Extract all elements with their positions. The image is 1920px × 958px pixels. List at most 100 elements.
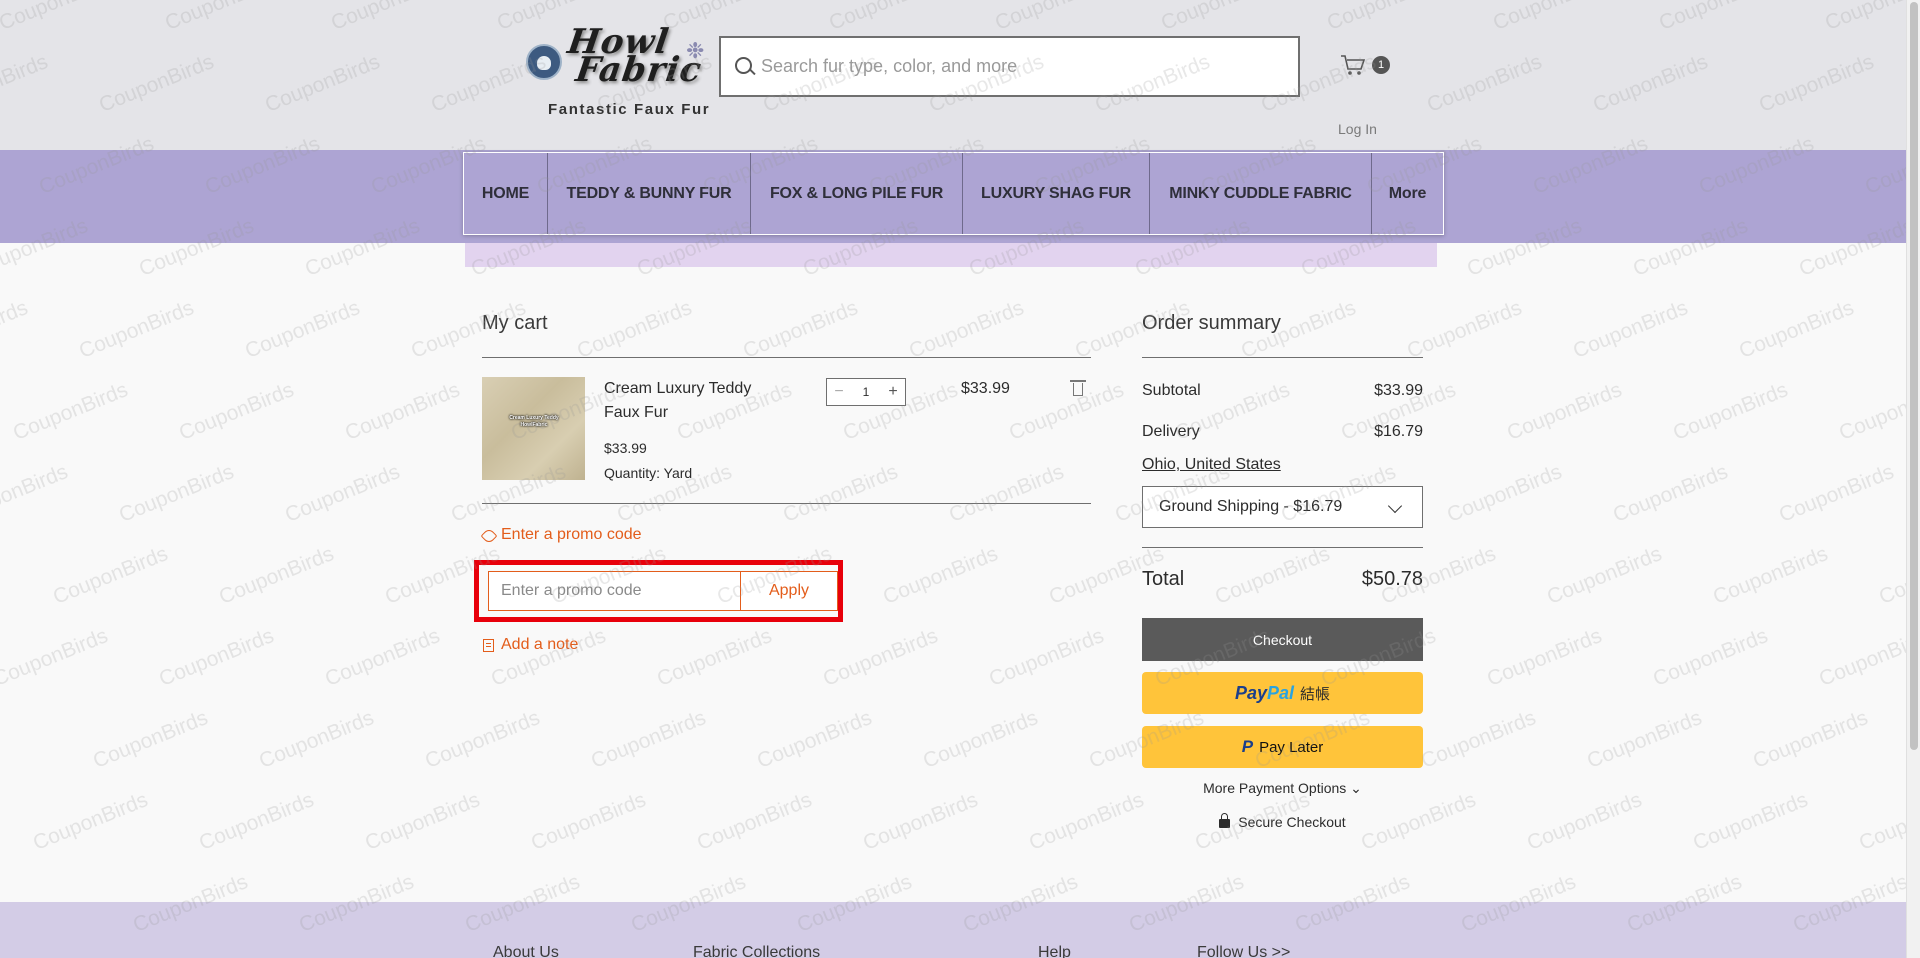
nav-item-home[interactable]: HOME <box>464 153 548 234</box>
watermark-text: CouponBirds <box>341 378 464 445</box>
divider <box>482 503 1091 504</box>
nav-item-minky-cuddle-fabric[interactable]: MINKY CUDDLE FABRIC <box>1150 153 1372 234</box>
watermark-text: CouponBirds <box>361 788 484 855</box>
watermark-text: CouponBirds <box>1483 624 1606 691</box>
delivery-label: Delivery <box>1142 423 1200 440</box>
subtotal-label: Subtotal <box>1142 382 1201 399</box>
nav-item-luxury-shag-fur[interactable]: LUXURY SHAG FUR <box>963 153 1150 234</box>
decrease-quantity-button[interactable]: − <box>827 379 851 405</box>
watermark-text: CouponBirds <box>905 296 1028 363</box>
watermark-text: CouponBirds <box>0 624 112 691</box>
login-link[interactable]: Log In <box>1338 121 1377 137</box>
watermark-text: CouponBirds <box>1709 542 1832 609</box>
watermark-text: CouponBirds <box>1443 460 1566 527</box>
watermark-text: CouponBirds <box>693 788 816 855</box>
watermark-text: CouponBirds <box>1749 706 1872 773</box>
watermark-text: CouponBirds <box>527 788 650 855</box>
apply-promo-button[interactable]: Apply <box>740 571 838 611</box>
watermark-text: CouponBirds <box>89 706 212 773</box>
watermark-text: CouponBirds <box>1735 296 1858 363</box>
promo-code-link-label: Enter a promo code <box>501 526 642 543</box>
nav-item-teddy-bunny-fur[interactable]: TEDDY & BUNNY FUR <box>548 153 751 234</box>
watermark-text: CouponBirds <box>49 542 172 609</box>
shipping-method-select[interactable]: Ground Shipping - $16.79 <box>1142 486 1423 528</box>
shopping-cart-icon <box>1341 55 1366 75</box>
paypal-logo-pal: Pal <box>1266 682 1295 703</box>
watermark-text: CouponBirds <box>1649 624 1772 691</box>
wolf-logo-icon <box>526 44 562 80</box>
watermark-text: CouponBirds <box>241 296 364 363</box>
cart-button[interactable]: 1 <box>1340 52 1392 80</box>
watermark-text: CouponBirds <box>175 378 298 445</box>
total-row: Total $50.78 <box>1142 568 1423 591</box>
watermark-text: CouponBirds <box>1875 542 1906 609</box>
footer-link-about-us[interactable]: About Us <box>493 944 559 958</box>
promo-code-input[interactable] <box>488 571 740 611</box>
paypal-logo: PayPal <box>1235 683 1294 704</box>
watermark-text: CouponBirds <box>75 296 198 363</box>
watermark-text: CouponBirds <box>421 706 544 773</box>
footer-link-follow-us[interactable]: Follow Us >> <box>1197 944 1290 958</box>
watermark-text: CouponBirds <box>573 296 696 363</box>
more-payment-options-toggle[interactable]: More Payment Options ⌄ <box>1142 780 1423 797</box>
nav-item-more[interactable]: More <box>1372 153 1443 234</box>
watermark-text: CouponBirds <box>1403 296 1526 363</box>
watermark-text: CouponBirds <box>1583 706 1706 773</box>
watermark-text: CouponBirds <box>739 296 862 363</box>
paypal-checkout-button[interactable]: PayPal 結帳 <box>1142 672 1423 714</box>
watermark-text: CouponBirds <box>1005 378 1128 445</box>
watermark-text: CouponBirds <box>155 624 278 691</box>
add-note-link[interactable]: Add a note <box>483 636 578 654</box>
watermark-text: CouponBirds <box>587 706 710 773</box>
line-item-total: $33.99 <box>961 380 1010 397</box>
divider <box>1142 357 1423 358</box>
cart-count-badge: 1 <box>1372 56 1390 74</box>
watermark-text: CouponBirds <box>1609 460 1732 527</box>
watermark-text: CouponBirds <box>29 788 152 855</box>
logo-line-2: Fabric <box>573 50 705 90</box>
product-thumbnail[interactable]: Cream Luxury Teddy HowlFabric <box>482 377 585 480</box>
trash-icon[interactable] <box>1070 380 1086 396</box>
total-value: $50.78 <box>1361 568 1423 590</box>
watermark-text: CouponBirds <box>115 460 238 527</box>
watermark-text: CouponBirds <box>1815 624 1906 691</box>
page-scrollbar[interactable] <box>1906 0 1920 958</box>
brand-tagline: Fantastic Faux Fur <box>548 101 711 118</box>
pay-later-label: Pay Later <box>1259 738 1324 756</box>
watermark-text: CouponBirds <box>1503 378 1626 445</box>
promo-code-form: Apply <box>474 560 843 622</box>
product-quantity-type: Quantity: Yard <box>604 465 693 481</box>
footer-link-help[interactable]: Help <box>1038 944 1071 958</box>
nav-item-fox-long-pile-fur[interactable]: FOX & LONG PILE FUR <box>751 153 963 234</box>
cart-title: My cart <box>482 312 548 334</box>
quantity-stepper: − 1 + <box>826 378 906 406</box>
brand-logo[interactable]: Howl Fabric ❉ <box>526 22 710 90</box>
divider <box>482 357 1091 358</box>
watermark-text: CouponBirds <box>0 460 72 527</box>
pay-later-button[interactable]: P Pay Later <box>1142 726 1423 768</box>
paw-icon: ❉ <box>686 38 705 63</box>
watermark-text: CouponBirds <box>919 706 1042 773</box>
search-icon <box>735 57 752 74</box>
site-header: Howl Fabric ❉ Fantastic Faux Fur 1 Log I… <box>0 0 1920 150</box>
order-summary-title: Order summary <box>1142 312 1281 334</box>
announcement-strip <box>465 243 1437 267</box>
watermark-text: CouponBirds <box>985 624 1108 691</box>
promo-code-link[interactable]: Enter a promo code <box>480 526 642 545</box>
watermark-text: CouponBirds <box>195 788 318 855</box>
paypal-logo-pay: Pay <box>1234 682 1267 703</box>
increase-quantity-button[interactable]: + <box>881 379 905 405</box>
paypal-button-suffix: 結帳 <box>1300 685 1331 703</box>
checkout-button[interactable]: Checkout <box>1142 618 1423 661</box>
shipping-location-link[interactable]: Ohio, United States <box>1142 456 1281 474</box>
lock-icon <box>1219 813 1231 828</box>
watermark-text: CouponBirds <box>9 378 132 445</box>
footer-link-fabric-collections[interactable]: Fabric Collections <box>693 944 820 958</box>
search-bar[interactable] <box>719 36 1300 97</box>
subtotal-row: Subtotal $33.99 <box>1142 382 1423 400</box>
product-name[interactable]: Cream Luxury Teddy Faux Fur <box>604 377 774 425</box>
search-input[interactable] <box>761 38 1291 95</box>
scrollbar-thumb[interactable] <box>1910 2 1918 750</box>
quantity-value[interactable]: 1 <box>851 379 881 405</box>
watermark-text: CouponBirds <box>1855 788 1906 855</box>
